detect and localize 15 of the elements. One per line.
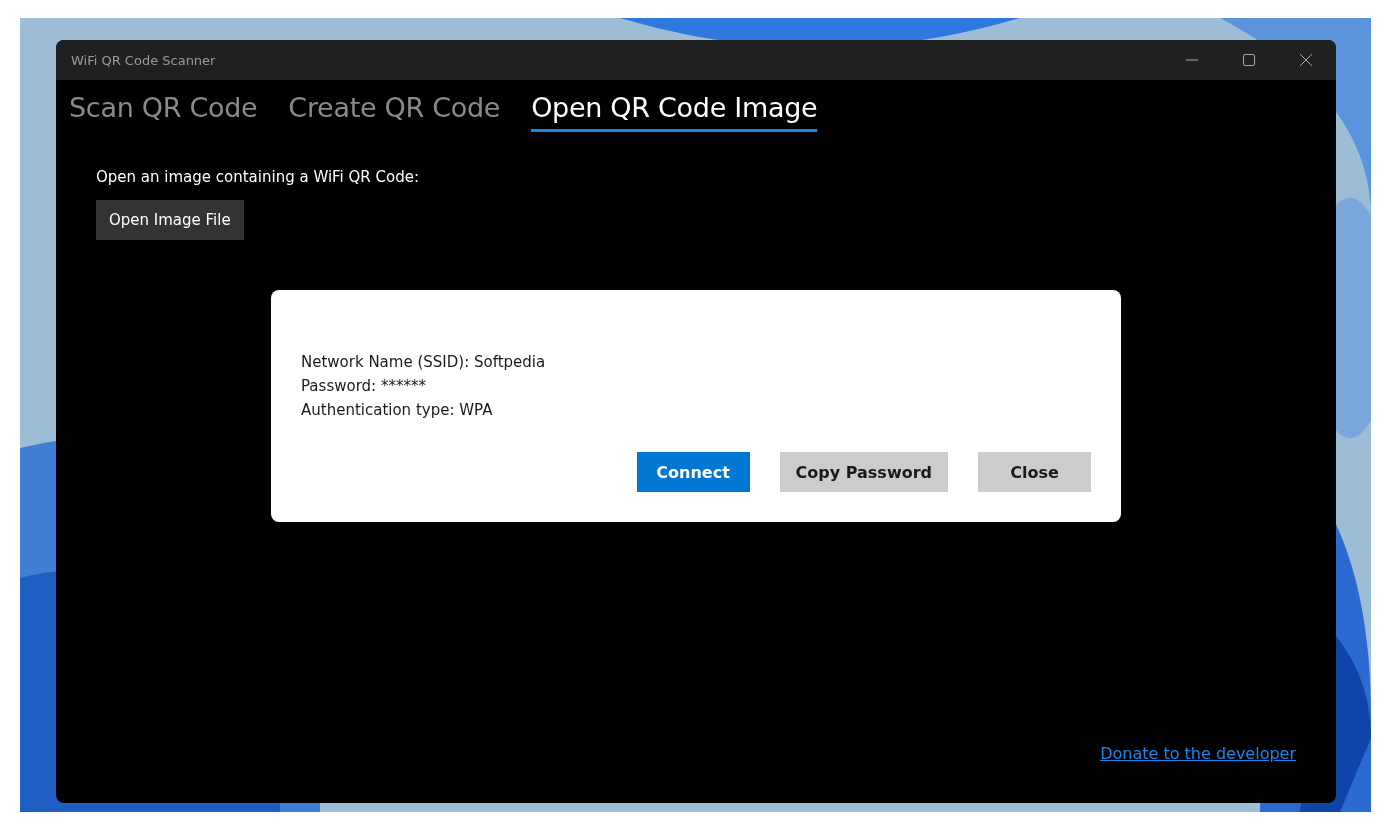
window-title: WiFi QR Code Scanner [71, 52, 216, 68]
info-text: Network Name (SSID): Softpedia [301, 352, 547, 373]
close-icon[interactable] [1299, 53, 1313, 67]
dialog-button[interactable]: Copy Password [779, 452, 948, 492]
tab[interactable]: Open QR Code Image [531, 92, 818, 132]
info-text: Authentication type: WPA [301, 400, 494, 421]
donate-link[interactable]: Donate to the developer [1100, 744, 1296, 763]
tab[interactable]: Scan QR Code [69, 92, 258, 132]
dialog-button[interactable]: Close [978, 452, 1091, 492]
prompt-text: Open an image containing a WiFi QR Code: [96, 168, 419, 186]
open-image-button[interactable]: Open Image File [96, 200, 244, 240]
tab[interactable]: Create QR Code [288, 92, 501, 132]
info-text: Password: ****** [301, 376, 427, 397]
connect-button[interactable]: Connect [636, 452, 750, 492]
maximize-icon[interactable] [1242, 53, 1256, 67]
